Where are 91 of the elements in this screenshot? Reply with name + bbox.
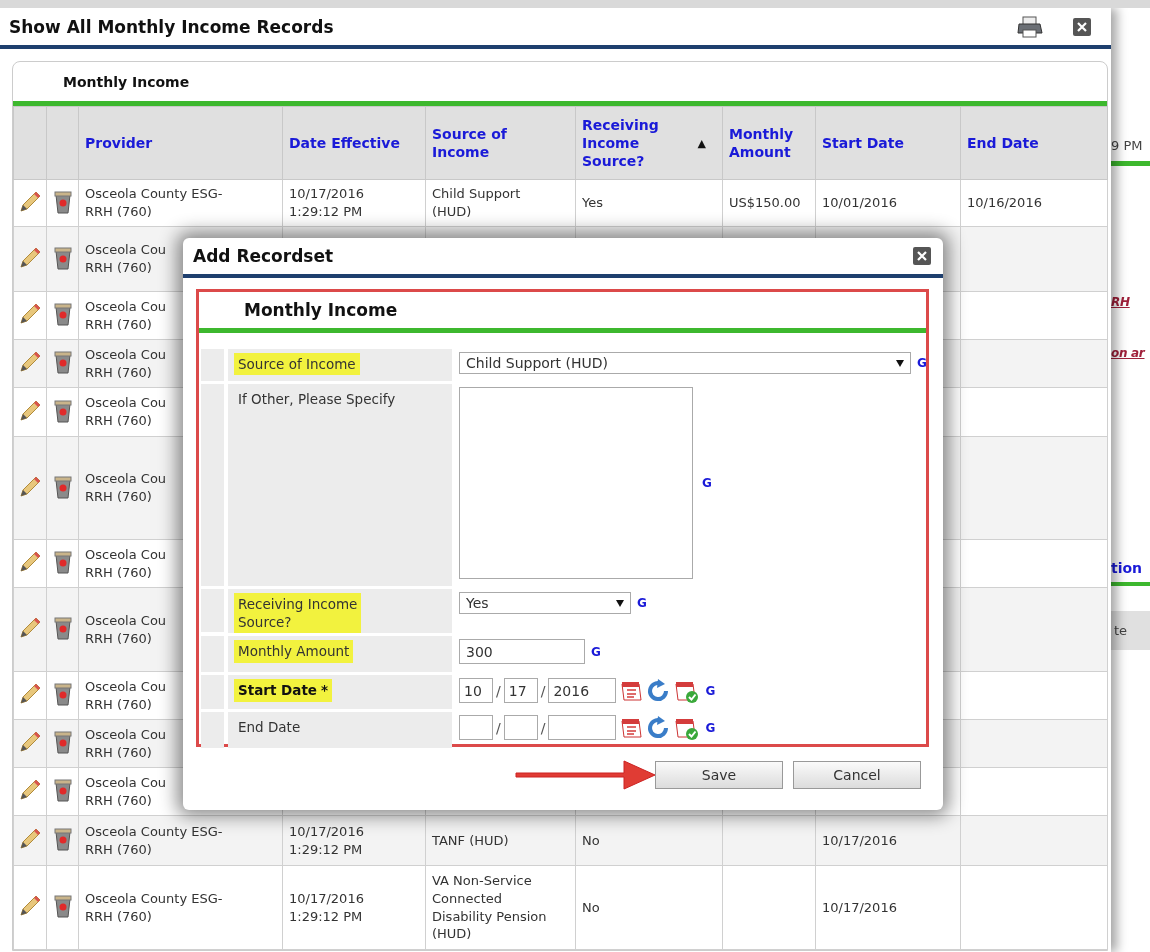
pencil-icon[interactable] [18,730,42,754]
pencil-icon[interactable] [18,398,42,423]
date-separator: / [540,682,546,699]
trash-icon[interactable] [53,189,72,214]
caret-icon [896,359,904,367]
dropdown[interactable]: Yes [459,592,631,614]
sort-arrow[interactable]: ▲ [697,136,706,150]
table-cell: 10/17/2016 [815,865,961,950]
date-separator: / [496,682,501,699]
printer-icon[interactable] [1017,15,1043,38]
trash-icon[interactable] [53,350,72,374]
field-label: Monthly Amount [234,640,354,663]
year-field[interactable]: 2016 [548,678,617,704]
input-field[interactable]: 300 [459,639,585,665]
trash-icon[interactable] [53,474,72,499]
table-cell: 10/01/2016 [815,179,961,227]
table-cell: Child Support (HUD) [425,179,576,227]
g-link[interactable]: G [705,720,716,735]
g-link[interactable]: G [637,596,647,610]
background-text: 9 PM [1111,138,1150,166]
day-field[interactable] [503,715,538,741]
column-header[interactable]: Receiving Income Source? ▲ [575,106,723,180]
trash-icon[interactable] [53,398,72,423]
dialog-button[interactable]: Save [655,761,783,789]
field-label: Receiving Income Source? [234,593,362,634]
month-field[interactable]: 10 [459,678,493,704]
dropdown[interactable]: Child Support (HUD) [459,352,911,374]
month-field[interactable] [459,715,493,741]
pencil-icon[interactable] [18,616,42,640]
refresh-icon[interactable] [646,678,671,703]
table-cell: Osceola County ESG- RRH (760) [78,179,283,227]
dialog-button[interactable]: Cancel [793,761,921,789]
g-link[interactable]: G [705,683,716,698]
field-label: Start Date * [234,679,333,702]
close-icon[interactable] [913,247,931,265]
g-link[interactable]: G [702,476,712,490]
trash-icon[interactable] [53,245,72,270]
row-stub [201,712,224,749]
table-cell: 10/16/2016 [960,179,1108,227]
close-icon[interactable] [1073,17,1091,36]
panel-title: Monthly Income [63,73,190,90]
g-link[interactable]: G [591,644,601,659]
refresh-icon[interactable] [646,715,671,740]
background-heading: tion [1111,560,1150,586]
column-header[interactable]: Provider [78,106,283,180]
field-label: Source of Income [234,353,360,376]
table-cell: Osceola County ESG- RRH (760) [78,815,283,866]
column-header[interactable]: Monthly Amount [722,106,816,180]
trash-icon[interactable] [53,894,72,918]
background-column-header: te [1111,611,1150,650]
table-cell: 10/17/2016 1:29:12 PM [282,865,426,950]
date-separator: / [496,719,501,736]
trash-icon[interactable] [53,827,72,851]
column-header[interactable]: End Date [960,106,1108,180]
pencil-icon[interactable] [18,189,42,214]
table-cell: VA Non-Service Connected Disability Pension (HUD) [425,865,576,950]
table-cell: TANF (HUD) [425,815,576,866]
date-separator: / [540,719,546,736]
table-cell: No [575,815,723,866]
caret-icon [616,599,624,607]
trash-icon[interactable] [53,682,72,706]
column-header[interactable]: Start Date [815,106,961,180]
trash-icon[interactable] [53,778,72,802]
background-link[interactable]: on ar [1111,346,1145,360]
pencil-icon[interactable] [18,894,42,918]
pencil-icon[interactable] [18,550,42,574]
dialog-title: Show All Monthly Income Records [9,16,335,37]
trash-icon[interactable] [53,730,72,754]
trash-icon[interactable] [53,616,72,640]
background-link[interactable]: RH [1111,295,1130,309]
table-cell: US$150.00 [722,179,816,227]
pencil-icon[interactable] [18,302,42,326]
table-cell: 10/17/2016 1:29:12 PM [282,815,426,866]
column-header[interactable]: Date Effective [282,106,426,180]
table-cell: 10/17/2016 [815,815,961,866]
trash-icon[interactable] [53,302,72,326]
year-field[interactable] [548,715,617,741]
pencil-icon[interactable] [18,350,42,374]
pencil-icon[interactable] [18,682,42,706]
table-cell: Yes [575,179,723,227]
pencil-icon[interactable] [18,778,42,802]
table-cell: No [575,865,723,950]
pencil-icon[interactable] [18,245,42,270]
day-field[interactable]: 17 [503,678,538,704]
column-header[interactable]: Source of Income [425,106,576,180]
g-link[interactable]: G [917,356,927,370]
pencil-icon[interactable] [18,827,42,851]
pencil-icon[interactable] [18,474,42,499]
trash-icon[interactable] [53,550,72,574]
table-cell: Osceola County ESG- RRH (760) [78,865,283,950]
table-cell: 10/17/2016 1:29:12 PM [282,179,426,227]
